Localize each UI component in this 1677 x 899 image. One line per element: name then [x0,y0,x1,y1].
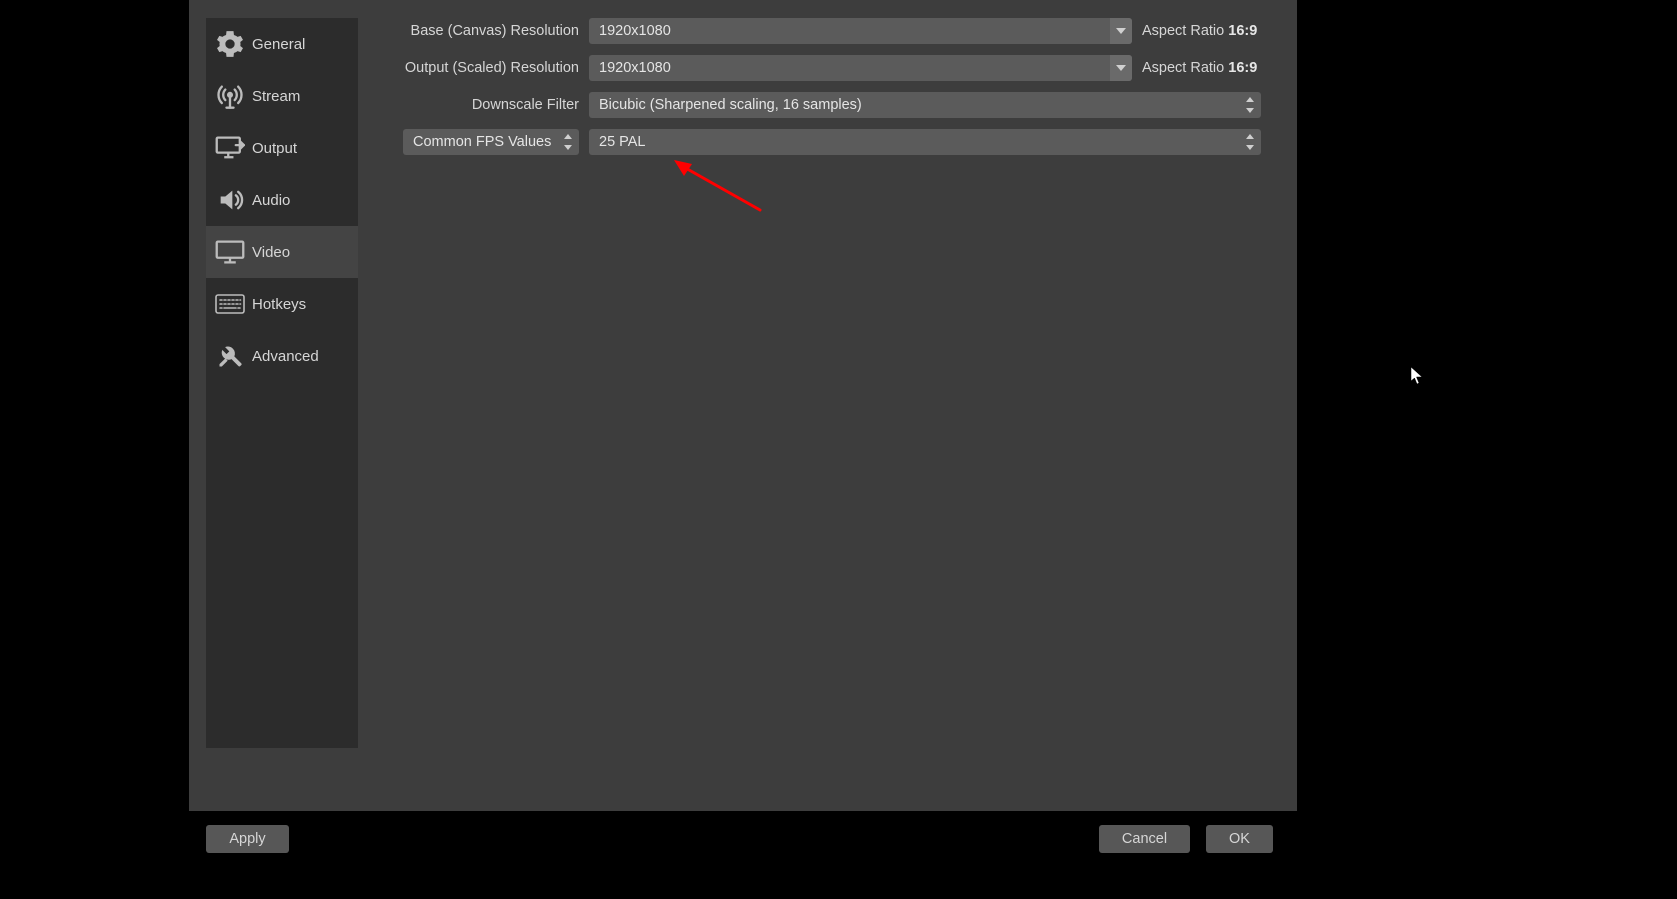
sidebar-item-stream[interactable]: Stream [206,70,358,122]
updown-icon [563,134,573,150]
output-resolution-value: 1920x1080 [599,60,671,76]
cursor-icon [1411,367,1425,385]
antenna-icon [212,78,248,114]
base-resolution-row: Base (Canvas) Resolution 1920x1080 Aspec… [379,18,1277,44]
updown-icon [1245,134,1255,150]
settings-window: General Stream Output Audio [189,0,1297,811]
sidebar-item-general[interactable]: General [206,18,358,70]
output-resolution-label: Output (Scaled) Resolution [379,60,579,76]
dialog-footer: Apply Cancel OK [189,811,1297,866]
sidebar-item-label: Hotkeys [252,296,306,313]
updown-icon [1245,97,1255,113]
sidebar-item-label: Stream [252,88,300,105]
output-resolution-combo[interactable]: 1920x1080 [589,55,1132,81]
sidebar-item-advanced[interactable]: Advanced [206,330,358,382]
base-resolution-label: Base (Canvas) Resolution [379,23,579,39]
fps-value: 25 PAL [599,134,646,150]
sidebar-item-label: Video [252,244,290,261]
monitor-icon [212,234,248,270]
fps-mode-combo[interactable]: Common FPS Values [403,129,579,155]
output-aspect-ratio: Aspect Ratio 16:9 [1142,60,1257,76]
gear-icon [212,26,248,62]
sidebar-item-audio[interactable]: Audio [206,174,358,226]
apply-button[interactable]: Apply [206,825,289,853]
sidebar-item-output[interactable]: Output [206,122,358,174]
downscale-filter-value: Bicubic (Sharpened scaling, 16 samples) [599,97,862,113]
sidebar-item-label: Advanced [252,348,319,365]
ok-button[interactable]: OK [1206,825,1273,853]
fps-value-combo[interactable]: 25 PAL [589,129,1261,155]
downscale-filter-row: Downscale Filter Bicubic (Sharpened scal… [379,92,1277,118]
settings-sidebar: General Stream Output Audio [206,18,358,748]
keyboard-icon [212,286,248,322]
speaker-icon [212,182,248,218]
downscale-filter-label: Downscale Filter [379,97,579,113]
output-resolution-row: Output (Scaled) Resolution 1920x1080 Asp… [379,55,1277,81]
sidebar-item-video[interactable]: Video [206,226,358,278]
base-aspect-ratio: Aspect Ratio 16:9 [1142,23,1257,39]
sidebar-item-label: General [252,36,305,53]
base-resolution-combo[interactable]: 1920x1080 [589,18,1132,44]
video-settings-panel: Base (Canvas) Resolution 1920x1080 Aspec… [379,18,1277,166]
sidebar-item-hotkeys[interactable]: Hotkeys [206,278,358,330]
annotation-arrow [674,160,764,215]
fps-mode-value: Common FPS Values [413,134,551,150]
base-resolution-value: 1920x1080 [599,23,671,39]
output-icon [212,130,248,166]
cancel-button[interactable]: Cancel [1099,825,1190,853]
downscale-filter-combo[interactable]: Bicubic (Sharpened scaling, 16 samples) [589,92,1261,118]
sidebar-item-label: Audio [252,192,290,209]
chevron-down-icon [1110,55,1132,81]
fps-row: Common FPS Values 25 PAL [379,129,1277,155]
tools-icon [212,338,248,374]
sidebar-item-label: Output [252,140,297,157]
chevron-down-icon [1110,18,1132,44]
